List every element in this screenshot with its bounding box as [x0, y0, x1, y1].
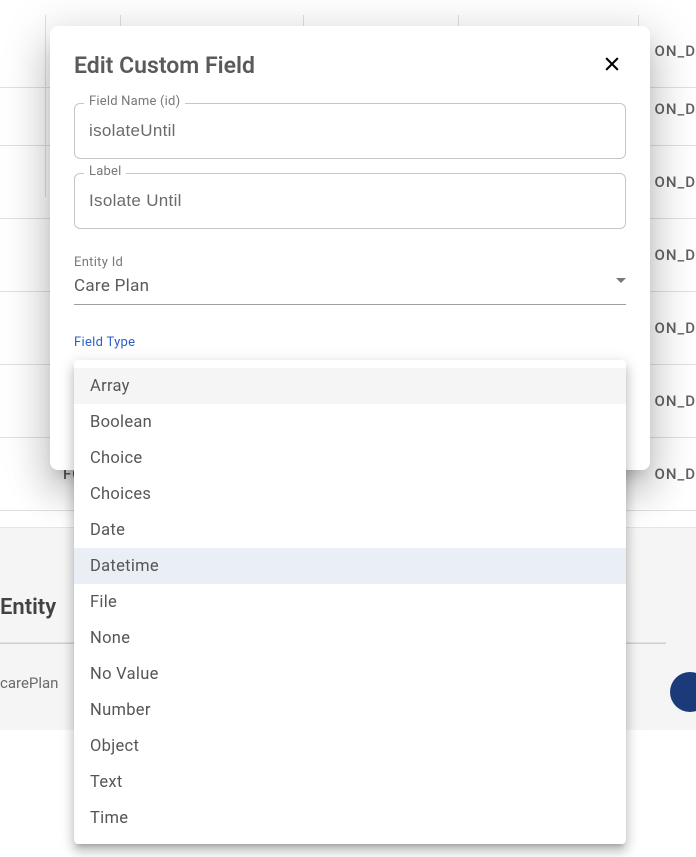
table-cell-text: ON_D: [655, 173, 696, 191]
table-cell-text: ON_D: [655, 100, 696, 118]
label-field-input[interactable]: [74, 173, 626, 229]
entity-id-value-text: Care Plan: [74, 276, 149, 296]
chevron-down-icon: [616, 278, 626, 283]
field-type-option[interactable]: Object: [74, 728, 626, 764]
entity-id-label: Entity Id: [74, 255, 626, 270]
field-name-label: Field Name (id): [84, 94, 185, 109]
label-field-label: Label: [84, 164, 126, 179]
field-type-label: Field Type: [74, 335, 626, 350]
modal-title: Edit Custom Field: [74, 52, 255, 79]
field-type-option[interactable]: Choices: [74, 476, 626, 512]
label-field-wrap: Label: [74, 173, 626, 229]
field-type-option[interactable]: Array: [74, 368, 626, 404]
close-icon: [602, 54, 622, 74]
modal-header: Edit Custom Field: [74, 50, 626, 81]
table-cell-text: ON_D: [655, 319, 696, 337]
field-type-option[interactable]: Choice: [74, 440, 626, 476]
table-cell-text: ON_D: [655, 42, 696, 60]
field-name-input[interactable]: [74, 103, 626, 159]
field-type-option[interactable]: Number: [74, 692, 626, 728]
field-type-option[interactable]: No Value: [74, 656, 626, 692]
field-type-option[interactable]: File: [74, 584, 626, 620]
field-type-option[interactable]: Time: [74, 800, 626, 836]
close-button[interactable]: [598, 50, 626, 81]
table-cell-text: ON_D: [655, 246, 696, 264]
field-type-option[interactable]: Boolean: [74, 404, 626, 440]
field-type-option[interactable]: Datetime: [74, 548, 626, 584]
entity-id-select[interactable]: Entity Id Care Plan: [74, 255, 626, 305]
field-name-wrap: Field Name (id): [74, 103, 626, 159]
entity-id-value: Care Plan: [74, 276, 626, 305]
field-type-option[interactable]: Text: [74, 764, 626, 800]
table-cell-text: ON_D: [655, 465, 696, 483]
field-type-option[interactable]: None: [74, 620, 626, 656]
modal-overlay: Edit Custom Field Field Name (id) Label …: [0, 0, 696, 857]
field-type-dropdown: ArrayBooleanChoiceChoicesDateDatetimeFil…: [74, 360, 626, 844]
field-type-option[interactable]: Date: [74, 512, 626, 548]
table-cell-text: ON_D: [655, 392, 696, 410]
